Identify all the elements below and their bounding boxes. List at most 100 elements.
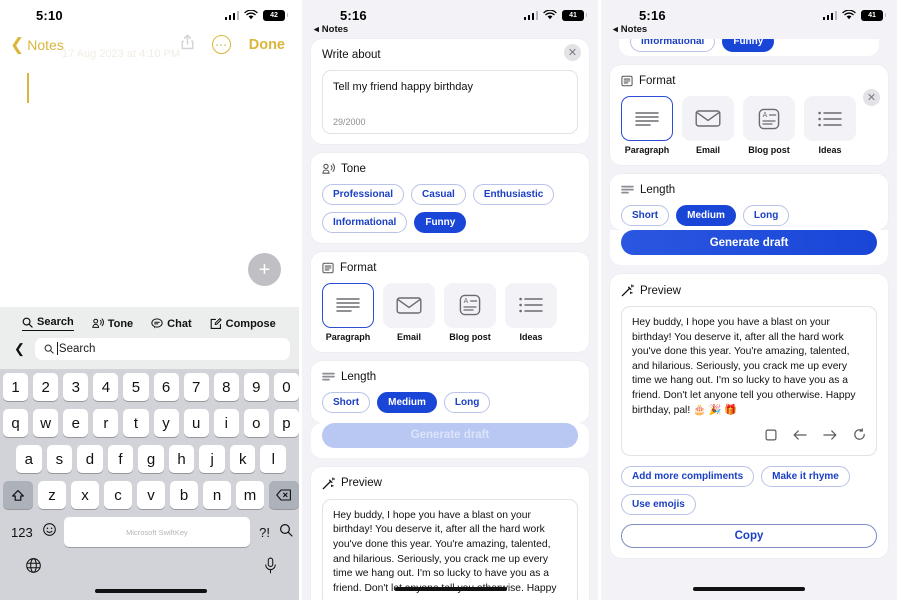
format-option-blog-post[interactable]: A Blog post <box>444 282 496 342</box>
prompt-input[interactable]: Tell my friend happy birthday 29/2000 <box>322 70 578 134</box>
home-indicator <box>95 589 207 593</box>
arrow-left-icon[interactable] <box>793 428 807 446</box>
search-input[interactable]: Search <box>34 338 290 360</box>
key[interactable]: 8 <box>213 373 239 401</box>
key[interactable]: s <box>46 445 73 473</box>
search-icon[interactable] <box>279 523 293 542</box>
key[interactable]: 2 <box>33 373 59 401</box>
copy-button[interactable]: Copy <box>621 524 877 549</box>
key[interactable]: e <box>63 409 89 437</box>
key[interactable]: k <box>229 445 256 473</box>
key[interactable]: b <box>170 481 198 509</box>
preview-text-box[interactable]: Hey buddy, I hope you have a blast on yo… <box>621 306 877 457</box>
suggestion-make-it-rhyme[interactable]: Make it rhyme <box>761 466 850 488</box>
key[interactable]: w <box>33 409 59 437</box>
key[interactable]: u <box>183 409 209 437</box>
key[interactable]: p <box>273 409 299 437</box>
globe-icon[interactable] <box>25 557 42 579</box>
key[interactable]: v <box>137 481 165 509</box>
key[interactable]: y <box>153 409 179 437</box>
close-icon[interactable]: ✕ <box>564 44 581 61</box>
key[interactable]: h <box>168 445 195 473</box>
format-option-paragraph[interactable]: Paragraph <box>322 282 374 342</box>
ellipsis-icon[interactable]: ⋯ <box>211 35 231 54</box>
key[interactable]: 4 <box>93 373 119 401</box>
format-option-paragraph[interactable]: Paragraph <box>621 96 673 155</box>
back-to-notes-button[interactable]: ❮ Notes <box>10 36 64 53</box>
space-key[interactable]: Microsoft SwiftKey <box>63 517 251 547</box>
tone-chip-informational[interactable]: Informational <box>322 211 408 233</box>
length-chip-medium[interactable]: Medium <box>377 391 437 413</box>
tone-chip-casual[interactable]: Casual <box>411 183 466 205</box>
close-icon[interactable]: ✕ <box>863 89 880 106</box>
punctuation-key[interactable]: ?! <box>257 525 272 540</box>
key[interactable]: 5 <box>123 373 149 401</box>
key[interactable]: r <box>93 409 119 437</box>
tone-chip-informational[interactable]: Informational <box>630 39 716 52</box>
key[interactable]: 6 <box>153 373 179 401</box>
key[interactable]: i <box>213 409 239 437</box>
key[interactable]: m <box>236 481 264 509</box>
suggestion-add-more-compliments[interactable]: Add more compliments <box>621 466 755 488</box>
keyboard-tab-search[interactable]: Search <box>22 316 74 331</box>
key[interactable]: a <box>15 445 42 473</box>
key[interactable]: 7 <box>183 373 209 401</box>
numeric-key[interactable]: 123 <box>9 525 35 540</box>
chevron-left-icon[interactable]: ❮ <box>14 341 25 357</box>
preview-text-box[interactable]: Hey buddy, I hope you have a blast on yo… <box>322 498 578 600</box>
arrow-right-icon[interactable] <box>823 428 837 446</box>
keyboard-tab-compose[interactable]: Compose <box>210 318 276 330</box>
key[interactable]: l <box>260 445 287 473</box>
format-option-email[interactable]: Email <box>383 282 435 342</box>
format-option-email[interactable]: Email <box>682 96 734 155</box>
key[interactable]: d <box>77 445 103 473</box>
key[interactable]: z <box>38 481 66 509</box>
length-chip-long[interactable]: Long <box>742 205 790 226</box>
copy-icon[interactable] <box>765 428 777 446</box>
key[interactable]: 0 <box>273 373 299 401</box>
length-chip-medium[interactable]: Medium <box>676 205 736 226</box>
format-option-blog-post[interactable]: A Blog post <box>743 96 795 155</box>
backspace-icon[interactable] <box>269 481 299 509</box>
done-button[interactable]: Done <box>249 37 285 53</box>
generate-draft-button[interactable]: Generate draft <box>322 422 578 448</box>
key[interactable]: 9 <box>243 373 269 401</box>
format-label: Ideas <box>818 145 842 155</box>
key[interactable]: c <box>104 481 132 509</box>
tone-chip-professional[interactable]: Professional <box>322 183 405 205</box>
key[interactable]: j <box>199 445 225 473</box>
regenerate-icon[interactable] <box>853 428 866 446</box>
length-chip-long[interactable]: Long <box>443 391 491 413</box>
tone-chip-funny[interactable]: Funny <box>414 211 467 233</box>
share-icon[interactable] <box>181 34 194 55</box>
keyboard-tab-tone[interactable]: Tone <box>92 318 133 330</box>
length-title-row: Length <box>322 371 578 383</box>
suggestion-use-emojis[interactable]: Use emojis <box>621 494 696 516</box>
tone-card-clipped: Informational Funny <box>619 39 879 56</box>
phone-screen-compose-form: 5:16 41 ◂ Notes ✕ Write about Tell my fr… <box>302 0 601 600</box>
tone-chip-enthusiastic[interactable]: Enthusiastic <box>472 183 555 205</box>
microphone-icon[interactable] <box>264 557 277 579</box>
key[interactable]: q <box>3 409 29 437</box>
keyboard-tab-label: Compose <box>225 317 276 330</box>
key[interactable]: 3 <box>63 373 89 401</box>
generate-draft-button[interactable]: Generate draft <box>621 230 877 255</box>
key[interactable]: g <box>138 445 164 473</box>
key[interactable]: x <box>71 481 99 509</box>
key[interactable]: t <box>123 409 149 437</box>
key[interactable]: f <box>107 445 134 473</box>
emoji-icon[interactable] <box>42 522 57 542</box>
length-chip-short[interactable]: Short <box>621 205 670 226</box>
keyboard-tab-chat[interactable]: Chat <box>151 318 192 330</box>
shift-icon[interactable] <box>3 481 33 509</box>
format-card: Format Paragraph Email A Blog post Ideas <box>311 251 589 352</box>
key[interactable]: n <box>203 481 231 509</box>
format-option-ideas[interactable]: Ideas <box>505 282 557 342</box>
key[interactable]: o <box>243 409 269 437</box>
length-chip-short[interactable]: Short <box>322 391 371 413</box>
format-option-ideas[interactable]: Ideas <box>804 96 856 155</box>
add-button[interactable]: + <box>248 253 281 286</box>
key[interactable]: 1 <box>3 373 29 401</box>
status-time: 5:16 <box>340 7 367 23</box>
tone-chip-funny[interactable]: Funny <box>722 39 775 52</box>
